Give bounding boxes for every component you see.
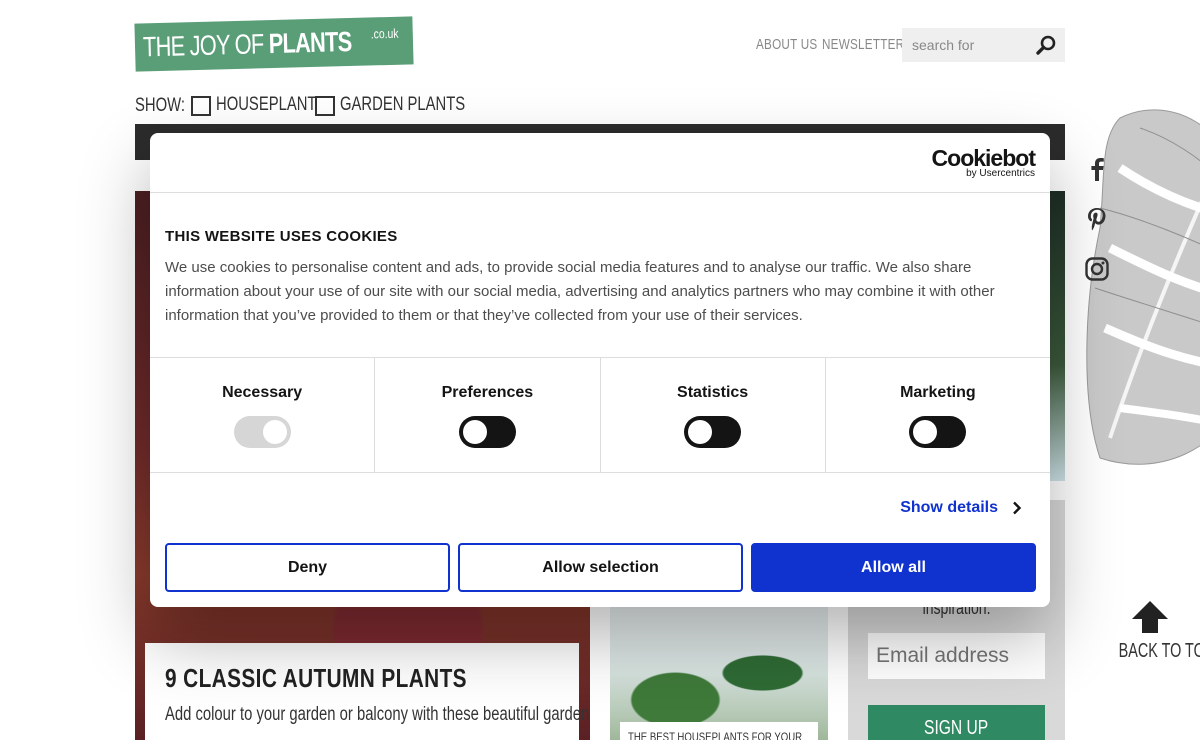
- toggle-label: Marketing: [900, 384, 976, 401]
- cookiebot-brand: Cookiebot: [931, 145, 1036, 171]
- cookie-buttons: Deny Allow selection Allow all: [165, 543, 1036, 592]
- switch-knob: [688, 420, 713, 444]
- statistics-switch[interactable]: [684, 416, 742, 448]
- toggle-marketing: Marketing: [826, 358, 1050, 472]
- marketing-switch[interactable]: [909, 416, 967, 448]
- necessary-switch: [233, 416, 291, 448]
- toggle-label: Statistics: [677, 384, 749, 401]
- toggle-label: Necessary: [222, 384, 303, 401]
- toggle-necessary: Necessary: [150, 358, 376, 472]
- preferences-switch[interactable]: [458, 416, 516, 448]
- cookie-dialog-title: THIS WEBSITE USES COOKIES: [165, 228, 398, 245]
- toggle-statistics: Statistics: [601, 358, 826, 472]
- show-details-label: Show details: [900, 499, 998, 516]
- page: THE JOY OF PLANTS .co.uk ABOUT US NEWSLE…: [0, 0, 1200, 740]
- switch-knob: [913, 420, 938, 444]
- toggle-preferences: Preferences: [375, 358, 601, 472]
- allow-all-button[interactable]: Allow all: [751, 543, 1036, 592]
- details-row: Show details: [150, 473, 1050, 543]
- cookiebot-logo: Cookiebot by Usercentrics: [931, 145, 1036, 180]
- deny-button[interactable]: Deny: [165, 543, 450, 592]
- switch-knob: [462, 420, 487, 444]
- cookie-dialog: Cookiebot by Usercentrics THIS WEBSITE U…: [150, 133, 1050, 607]
- allow-selection-button[interactable]: Allow selection: [458, 543, 743, 592]
- cookie-dialog-header: Cookiebot by Usercentrics: [150, 133, 1050, 193]
- show-details-link[interactable]: Show details: [900, 499, 1022, 517]
- switch-knob: [262, 420, 287, 444]
- toggle-label: Preferences: [441, 384, 534, 401]
- chevron-right-icon: [1013, 501, 1022, 515]
- cookie-dialog-text: We use cookies to personalise content an…: [165, 259, 995, 324]
- consent-toggles: Necessary Preferences Statistics Marketi…: [150, 358, 1050, 473]
- cookie-dialog-body: THIS WEBSITE USES COOKIES We use cookies…: [150, 193, 1050, 358]
